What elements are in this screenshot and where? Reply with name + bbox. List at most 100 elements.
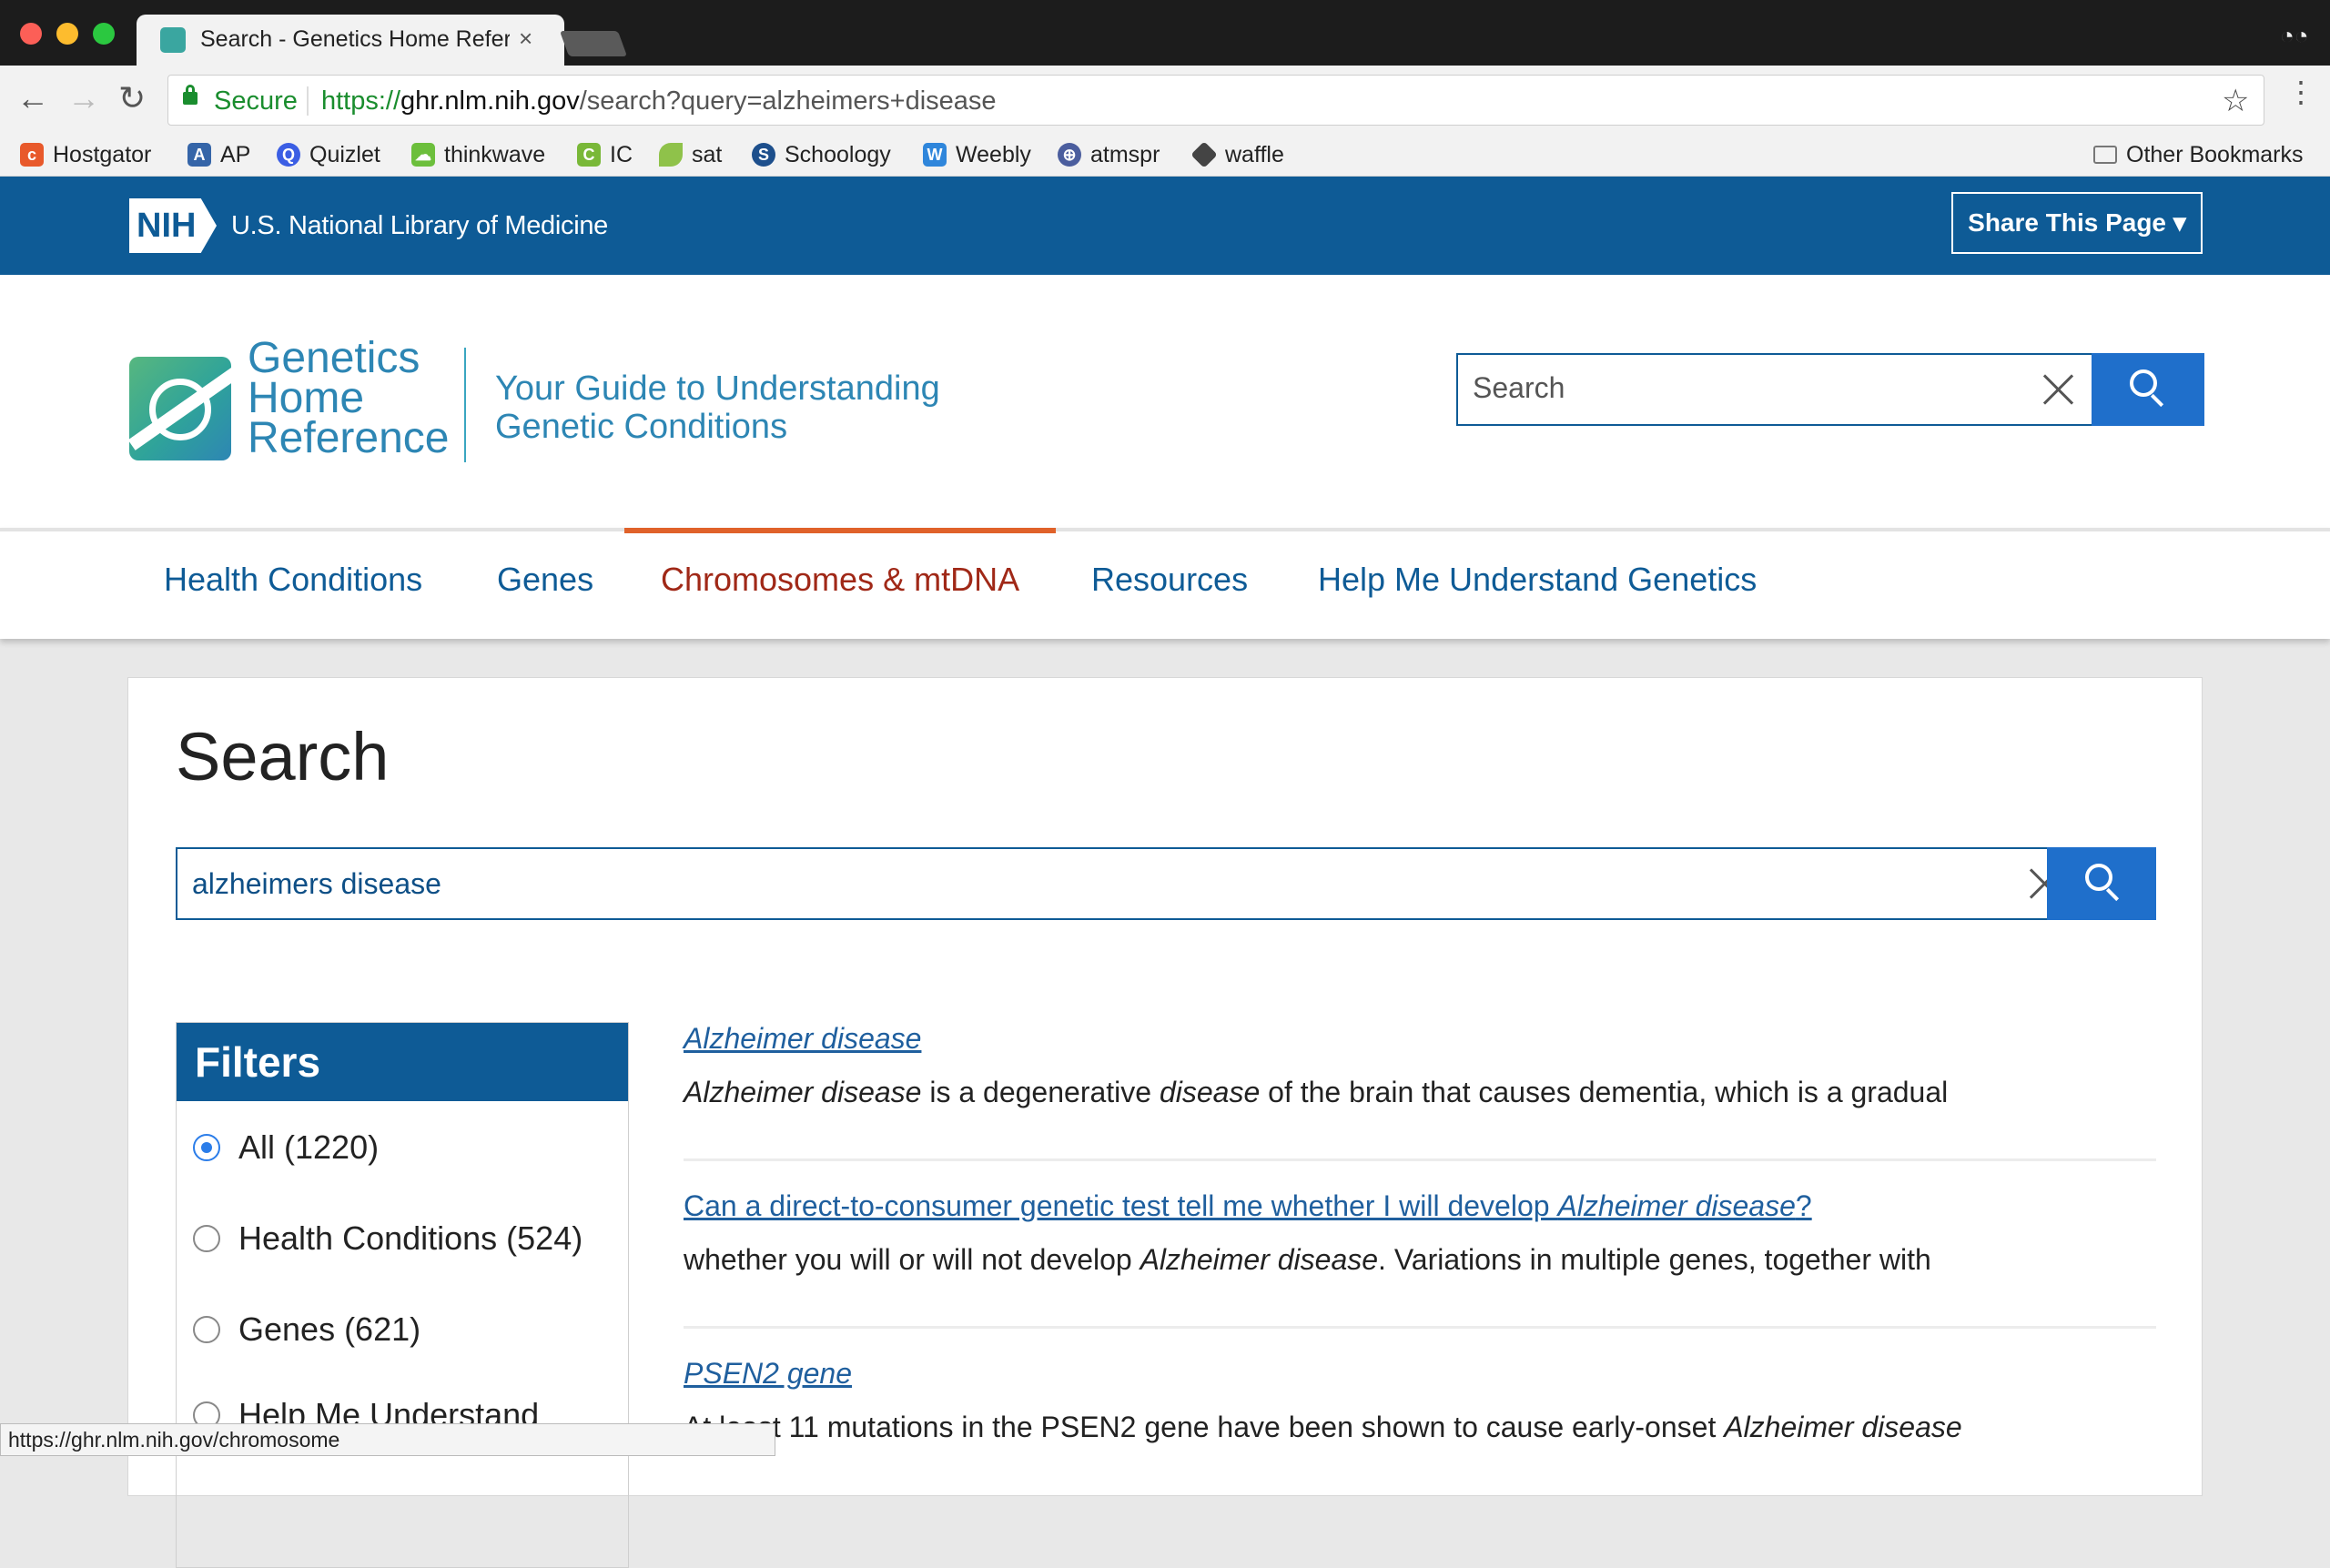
result-title-link[interactable]: Alzheimer disease [684, 1022, 2156, 1056]
snippet-highlight: disease [1159, 1076, 1261, 1108]
url-protocol: https:// [321, 86, 401, 116]
url-path: /search?query=alzheimers+disease [579, 86, 997, 116]
header-search-button[interactable] [2092, 353, 2204, 426]
bookmark-item[interactable]: sat [659, 137, 722, 173]
incognito-icon: ◔◔ [2280, 22, 2309, 49]
filters-panel: Filters All (1220) Health Conditions (52… [176, 1022, 629, 1568]
tab-close-icon[interactable]: × [519, 25, 532, 53]
url-text[interactable]: https://ghr.nlm.nih.gov/search?query=alz… [321, 86, 997, 116]
nav-help-me-understand[interactable]: Help Me Understand Genetics [1318, 561, 1757, 599]
result-divider [684, 1158, 2156, 1161]
result-divider [684, 1326, 2156, 1329]
snippet-highlight: Alzheimer disease [1724, 1411, 1962, 1443]
main-search-button[interactable] [2047, 847, 2156, 920]
browser-menu-icon[interactable]: ⋮ [2286, 77, 2315, 106]
filter-label: Genes (621) [238, 1310, 421, 1348]
result-title-link[interactable]: PSEN2 gene [684, 1357, 2156, 1391]
status-bar-url: https://ghr.nlm.nih.gov/chromosome [0, 1423, 775, 1456]
radio-selected[interactable] [193, 1134, 220, 1161]
forward-arrow-icon[interactable]: → [67, 80, 100, 116]
browser-tab[interactable]: Search - Genetics Home Reference × [137, 15, 564, 66]
search-result: Can a direct-to-consumer genetic test te… [684, 1189, 2156, 1277]
bookmark-label: thinkwave [444, 141, 546, 167]
snippet-text: whether you will or will not develop [684, 1243, 1140, 1276]
back-arrow-icon[interactable]: ← [16, 80, 49, 116]
bookmark-star-icon[interactable]: ☆ [2222, 83, 2249, 119]
nlm-name[interactable]: U.S. National Library of Medicine [231, 211, 608, 241]
radio-unselected[interactable] [193, 1316, 220, 1343]
filter-genes[interactable]: Genes (621) [193, 1310, 420, 1349]
bookmark-label: AP [220, 141, 251, 167]
waffle-icon [1190, 141, 1218, 168]
bookmark-item[interactable]: W Weebly [923, 137, 1031, 173]
leaf-icon [659, 143, 683, 167]
bookmark-label: Schoology [785, 141, 891, 167]
tab-title: Search - Genetics Home Reference [200, 26, 510, 52]
snippet-text: . Variations in multiple genes, together… [1378, 1243, 1931, 1276]
url-host: ghr.nlm.nih.gov [400, 86, 580, 116]
tagline-line: Your Guide to Understanding [495, 369, 940, 408]
logo-line: Reference [248, 414, 450, 462]
bookmark-label: Hostgator [53, 141, 152, 167]
bookmark-item[interactable]: c Hostgator [20, 137, 151, 173]
bookmark-item[interactable]: ⊕ atmspr [1058, 137, 1160, 173]
ic-icon: C [577, 143, 601, 167]
main-search-input[interactable]: alzheimers disease [192, 867, 441, 901]
result-snippet: whether you will or will not develop Alz… [684, 1243, 2156, 1277]
bookmark-item[interactable]: S Schoology [752, 137, 891, 173]
nih-banner: NIH U.S. National Library of Medicine Sh… [0, 177, 2330, 275]
minimize-window-button[interactable] [56, 23, 78, 45]
bookmark-label: sat [692, 141, 723, 167]
bookmark-item[interactable]: ☁ thinkwave [411, 137, 545, 173]
active-tab-indicator [624, 528, 1056, 533]
share-page-button[interactable]: Share This Page ▾ [1951, 192, 2203, 254]
nav-resources[interactable]: Resources [1091, 561, 1248, 599]
snippet-highlight: Alzheimer disease [684, 1076, 922, 1108]
filters-heading: Filters [177, 1023, 628, 1101]
other-bookmarks[interactable]: Other Bookmarks [2093, 137, 2304, 173]
filter-all[interactable]: All (1220) [193, 1128, 379, 1167]
bookmark-label: waffle [1225, 141, 1284, 167]
ghr-favicon-icon [160, 27, 186, 53]
radio-unselected[interactable] [193, 1225, 220, 1252]
address-bar[interactable]: Secure https://ghr.nlm.nih.gov/search?qu… [167, 75, 2264, 126]
bookmark-item[interactable]: waffle [1190, 137, 1284, 173]
site-logo-text[interactable]: Genetics Home Reference [248, 334, 450, 462]
snippet-text: is a degenerative [921, 1076, 1160, 1108]
title-text: Can a direct-to-consumer genetic test te… [684, 1189, 1558, 1222]
filter-label: Health Conditions (524) [238, 1219, 583, 1257]
site-header: Genetics Home Reference Your Guide to Un… [0, 275, 2330, 528]
search-result: PSEN2 gene At least 11 mutations in the … [684, 1357, 2156, 1444]
zoom-window-button[interactable] [93, 23, 115, 45]
secure-label: Secure [214, 86, 298, 116]
bookmark-item[interactable]: C IC [577, 137, 633, 173]
logo-line: Genetics [248, 334, 420, 382]
tagline-line: Genetic Conditions [495, 408, 788, 446]
browser-tab-bar: Search - Genetics Home Reference × ◔◔ [0, 0, 2330, 66]
search-icon [2130, 369, 2157, 397]
quizlet-icon: Q [277, 143, 300, 167]
new-tab-button[interactable] [559, 31, 628, 56]
reload-icon[interactable]: ↻ [118, 80, 146, 116]
nih-logo[interactable]: NIH [129, 198, 217, 253]
snippet-highlight: Alzheimer disease [1140, 1243, 1379, 1276]
browser-toolbar: ← → ↻ Secure https://ghr.nlm.nih.gov/sea… [0, 66, 2330, 135]
main-search-box: alzheimers disease [176, 847, 2156, 920]
nav-health-conditions[interactable]: Health Conditions [164, 561, 422, 599]
filter-health-conditions[interactable]: Health Conditions (524) [193, 1219, 582, 1258]
bookmark-label: Weebly [956, 141, 1031, 167]
weebly-icon: W [923, 143, 947, 167]
bookmark-label: atmspr [1090, 141, 1160, 167]
clear-search-icon[interactable] [2042, 373, 2075, 406]
result-snippet: At least 11 mutations in the PSEN2 gene … [684, 1411, 2156, 1444]
result-title-link[interactable]: Can a direct-to-consumer genetic test te… [684, 1189, 2156, 1223]
bookmark-item[interactable]: A AP [187, 137, 250, 173]
nav-genes[interactable]: Genes [497, 561, 593, 599]
title-highlight: Alzheimer disease [1557, 1189, 1796, 1222]
header-search-input[interactable]: Search [1473, 371, 1565, 405]
close-window-button[interactable] [20, 23, 42, 45]
nav-chromosomes[interactable]: Chromosomes & mtDNA [661, 561, 1019, 599]
ghr-logo-icon[interactable] [129, 357, 231, 460]
result-snippet: Alzheimer disease is a degenerative dise… [684, 1076, 2156, 1109]
bookmark-item[interactable]: Q Quizlet [277, 137, 380, 173]
